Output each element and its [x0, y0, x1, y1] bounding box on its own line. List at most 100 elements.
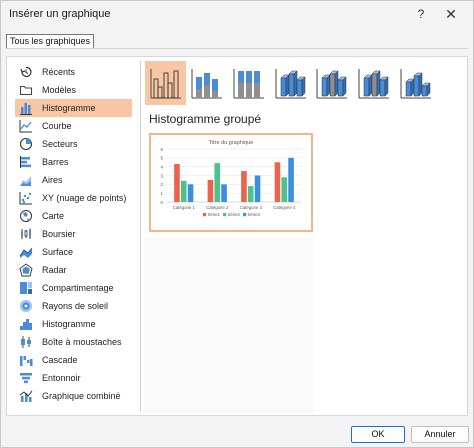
vertical-divider — [140, 61, 141, 411]
treemap-chart-icon — [20, 282, 32, 294]
sidebar-item[interactable]: Boîte à moustaches — [15, 333, 132, 351]
radar-chart-icon — [19, 263, 33, 277]
sidebar-item-label: Aires — [42, 175, 63, 185]
title-bar: Insérer un graphique ? ✕ — [1, 1, 473, 29]
sidebar-item[interactable]: Modèles — [15, 81, 132, 99]
sidebar-item-label: Histogramme — [42, 319, 96, 329]
subtype-3d-stacked-column[interactable] — [312, 61, 353, 105]
bar — [214, 163, 221, 202]
chart-type-list: Récents Modèles Histogramme Courbe Secteurs B… — [15, 63, 132, 405]
legend-label: Série2 — [228, 212, 241, 217]
sidebar-item-label: Surface — [42, 247, 74, 257]
subtype-3d-column[interactable] — [395, 61, 436, 105]
sidebar-item-label: Secteurs — [42, 139, 78, 149]
subtype-name: Histogramme groupé — [149, 112, 262, 126]
chart-title: Titre du graphique — [209, 140, 253, 146]
recent-icon — [20, 66, 32, 78]
dialog-title: Insérer un graphique — [9, 8, 111, 20]
sidebar-item[interactable]: Histogramme — [15, 315, 132, 333]
x-tick-label: Catégorie 4 — [273, 205, 296, 210]
stock-chart-icon — [21, 228, 31, 239]
sidebar-item[interactable]: Secteurs — [15, 135, 132, 153]
column-chart-icon — [20, 103, 32, 115]
sidebar-item[interactable]: Radar — [15, 261, 132, 279]
3d-100-stacked-column-icon — [358, 69, 389, 99]
subtype-clustered-column[interactable] — [145, 61, 186, 105]
cancel-button[interactable]: Annuler — [411, 426, 469, 443]
sidebar-item[interactable]: Histogramme — [15, 99, 132, 117]
sidebar-item-label: Histogramme — [42, 103, 96, 113]
ok-button[interactable]: OK — [351, 426, 405, 443]
y-tick-label: 5 — [160, 156, 163, 161]
y-tick-label: 3 — [160, 173, 163, 178]
surface-chart-icon — [19, 247, 33, 258]
close-icon[interactable]: ✕ — [441, 4, 461, 24]
boxplot-chart-icon — [21, 336, 31, 348]
folder-icon — [19, 85, 33, 96]
sidebar-item[interactable]: Surface — [15, 243, 132, 261]
sidebar-item-label: Entonnoir — [42, 373, 81, 383]
y-tick-label: 6 — [160, 147, 163, 152]
sidebar-item[interactable]: Récents — [15, 63, 132, 81]
line-chart-icon — [19, 120, 32, 133]
y-tick-label: 2 — [160, 182, 163, 187]
waterfall-chart-icon — [20, 356, 33, 366]
y-tick-label: 1 — [160, 191, 163, 196]
bar — [288, 157, 294, 202]
sidebar-item-label: Courbe — [42, 121, 72, 131]
subtype-3d-clustered-column[interactable] — [270, 61, 311, 105]
bar — [281, 177, 288, 202]
bar — [180, 180, 187, 202]
bar — [174, 164, 180, 202]
sidebar-item[interactable]: Rayons de soleil — [15, 297, 132, 315]
histogram-chart-icon — [20, 319, 32, 330]
preview-chart: Titre du graphique 0 1 2 3 4 5 6 Catégorie 1 Caté… — [160, 140, 301, 217]
sidebar-item[interactable]: XY (nuage de points) — [15, 189, 132, 207]
sidebar-item[interactable]: Graphique combiné — [15, 387, 132, 405]
legend-label: Série3 — [248, 212, 261, 217]
funnel-chart-icon — [20, 373, 32, 384]
bar — [274, 162, 281, 202]
sidebar-item[interactable]: Barres — [15, 153, 132, 171]
3d-column-icon — [400, 69, 431, 99]
sidebar-item[interactable]: Carte — [15, 207, 132, 225]
sidebar-item[interactable]: Entonnoir — [15, 369, 132, 387]
insert-chart-dialog: Insérer un graphique ? ✕ Tous les graphi… — [0, 0, 474, 448]
sidebar-item-label: Barres — [42, 157, 69, 167]
sidebar-item-label: Rayons de soleil — [42, 301, 109, 311]
chart-subtype-gallery — [145, 61, 437, 105]
combo-chart-icon — [19, 390, 33, 402]
sidebar-item[interactable]: Boursier — [15, 225, 132, 243]
help-icon[interactable]: ? — [411, 4, 431, 24]
subtype-100-stacked-column[interactable] — [228, 61, 269, 105]
sidebar-item[interactable]: Aires — [15, 171, 132, 189]
bar — [241, 171, 247, 202]
subtype-3d-100-stacked-column[interactable] — [353, 61, 394, 105]
clustered-column-icon — [150, 69, 181, 99]
sidebar-item[interactable]: Courbe — [15, 117, 132, 135]
sidebar-item-label: XY (nuage de points) — [42, 193, 127, 203]
sunburst-chart-icon — [20, 300, 32, 312]
subtype-stacked-column[interactable] — [187, 61, 228, 105]
x-tick-label: Catégorie 1 — [173, 205, 196, 210]
stacked-column-icon — [191, 69, 223, 99]
tab-all-charts[interactable]: Tous les graphiques — [6, 34, 95, 49]
bar — [207, 179, 214, 202]
x-tick-label: Catégorie 3 — [240, 205, 263, 210]
3d-stacked-column-icon — [316, 69, 348, 99]
map-chart-icon — [20, 210, 32, 222]
chart-preview[interactable]: Titre du graphique 0 1 2 3 4 5 6 Catégorie 1 Caté… — [149, 133, 313, 232]
pie-chart-icon — [19, 137, 33, 151]
scatter-chart-icon — [19, 192, 32, 205]
sidebar-item-label: Boîte à moustaches — [42, 337, 122, 347]
bar — [247, 186, 254, 202]
sidebar-item[interactable]: Compartimentage — [15, 279, 132, 297]
sidebar-item-label: Compartimentage — [42, 283, 114, 293]
x-tick-label: Catégorie 2 — [206, 205, 229, 210]
legend-swatch — [243, 213, 247, 217]
legend-swatch — [203, 213, 207, 217]
legend-swatch — [223, 213, 227, 217]
bar — [254, 175, 261, 202]
sidebar-item[interactable]: Cascade — [15, 351, 132, 369]
100-stacked-column-icon — [233, 69, 264, 99]
